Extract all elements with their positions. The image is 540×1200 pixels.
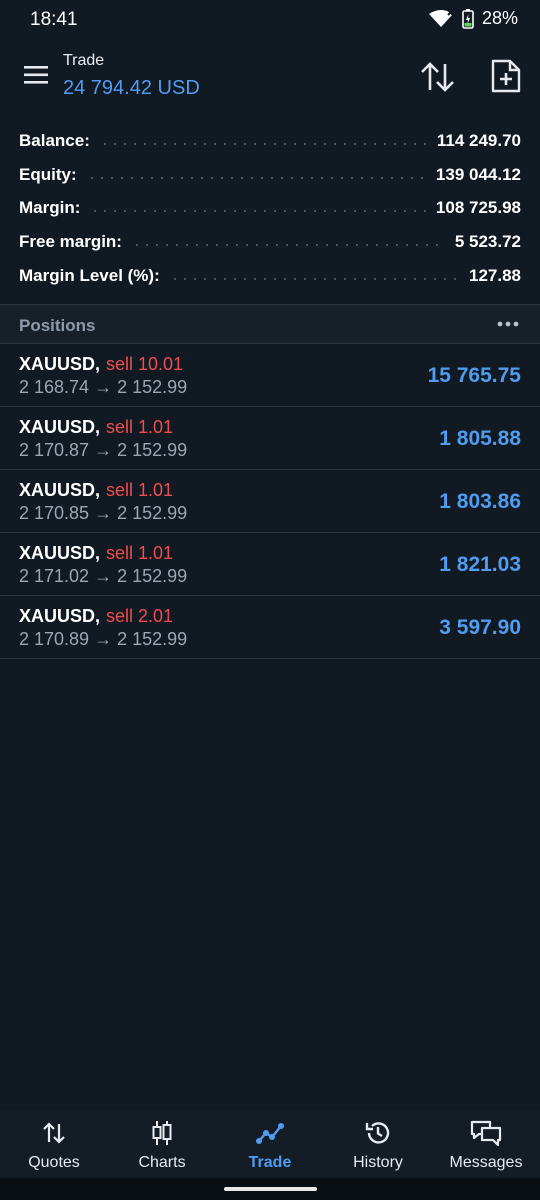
tab-label: Trade [248,1154,292,1171]
summary-value: 127.88 [469,266,521,286]
position-symbol: XAUUSD, [19,417,101,437]
summary-label: Equity: [19,164,77,184]
position-symbol: XAUUSD, [19,354,101,374]
history-icon [364,1120,392,1146]
summary-value: 114 249.70 [436,130,521,150]
status-bar: 18:41 28% [0,0,540,40]
app-bar: Trade 24 794.42 USD [0,40,540,120]
dotted-leader [169,278,459,281]
position-side: sell 2.01 [106,606,174,626]
tab-label: Charts [138,1154,186,1171]
summary-row-margin-level: Margin Level (%): 127.88 [0,259,540,293]
position-prices: 2 170.85 → 2 152.99 [19,503,188,523]
position-profit: 1 805.88 [439,427,521,450]
dotted-leader [131,244,445,247]
position-side: sell 1.01 [106,417,174,437]
tab-history[interactable]: History [324,1110,432,1178]
position-row[interactable]: XAUUSD, sell 1.01 2 170.87 → 2 152.99 1 … [0,407,540,470]
account-summary: Balance: 114 249.70 Equity: 139 044.12 M… [0,124,540,293]
summary-row-margin: Margin: 108 725.98 [0,192,540,226]
tab-label: Quotes [28,1154,80,1171]
home-indicator[interactable] [224,1187,317,1191]
bottom-nav: Quotes Charts Trade History Messages [0,1110,540,1178]
tab-label: Messages [449,1154,523,1171]
tab-quotes[interactable]: Quotes [0,1110,108,1178]
position-symbol: XAUUSD, [19,480,101,500]
position-row[interactable]: XAUUSD, sell 2.01 2 170.89 → 2 152.99 3 … [0,596,540,659]
more-options-icon[interactable] [496,315,520,333]
tab-charts[interactable]: Charts [108,1110,216,1178]
position-symbol: XAUUSD, [19,606,101,626]
trade-icon [256,1120,284,1146]
tab-label: History [353,1154,403,1171]
battery-percent: 28% [481,8,518,28]
new-order-icon[interactable] [490,58,522,94]
position-side: sell 10.01 [106,354,184,374]
position-prices: 2 170.87 → 2 152.99 [19,440,188,460]
status-time: 18:41 [30,9,78,30]
dotted-leader [86,176,426,179]
position-row[interactable]: XAUUSD, sell 1.01 2 170.85 → 2 152.99 1 … [0,470,540,533]
position-prices: 2 168.74 → 2 152.99 [19,377,188,397]
profit-total: 24 794.42 USD [63,77,200,99]
position-profit: 3 597.90 [439,616,521,639]
summary-value: 5 523.72 [454,232,521,252]
page-title: Trade [63,52,105,69]
positions-list: XAUUSD, sell 10.01 2 168.74 → 2 152.99 1… [0,344,540,659]
positions-header: Positions [0,305,540,344]
gesture-bar [0,1178,540,1200]
summary-label: Margin: [19,198,81,218]
summary-label: Margin Level (%): [19,266,160,286]
summary-row-free-margin: Free margin: 5 523.72 [0,225,540,259]
summary-row-balance: Balance: 114 249.70 [0,124,540,158]
position-profit: 1 803.86 [439,490,521,513]
summary-row-equity: Equity: 139 044.12 [0,158,540,192]
dotted-leader [99,142,427,145]
summary-value: 139 044.12 [435,164,521,184]
messages-icon [470,1120,502,1147]
candlestick-icon [150,1120,174,1146]
position-side: sell 1.01 [106,543,174,563]
battery-icon [462,8,474,29]
sort-icon[interactable] [418,60,458,94]
summary-label: Free margin: [19,232,122,252]
position-row[interactable]: XAUUSD, sell 1.01 2 171.02 → 2 152.99 1 … [0,533,540,596]
position-prices: 2 171.02 → 2 152.99 [19,566,188,586]
position-profit: 15 765.75 [427,364,521,387]
wifi-icon [428,8,454,27]
summary-label: Balance: [19,130,90,150]
position-row[interactable]: XAUUSD, sell 10.01 2 168.74 → 2 152.99 1… [0,344,540,407]
status-icons: 28% [428,8,518,29]
tab-trade[interactable]: Trade [216,1110,324,1178]
quotes-icon [42,1120,66,1146]
dotted-leader [90,210,426,213]
position-side: sell 1.01 [106,480,174,500]
position-profit: 1 821.03 [439,553,521,576]
positions-title: Positions [19,316,96,335]
summary-value: 108 725.98 [435,198,521,218]
position-prices: 2 170.89 → 2 152.99 [19,629,188,649]
menu-icon[interactable] [22,62,50,88]
tab-messages[interactable]: Messages [432,1110,540,1178]
position-symbol: XAUUSD, [19,543,101,563]
